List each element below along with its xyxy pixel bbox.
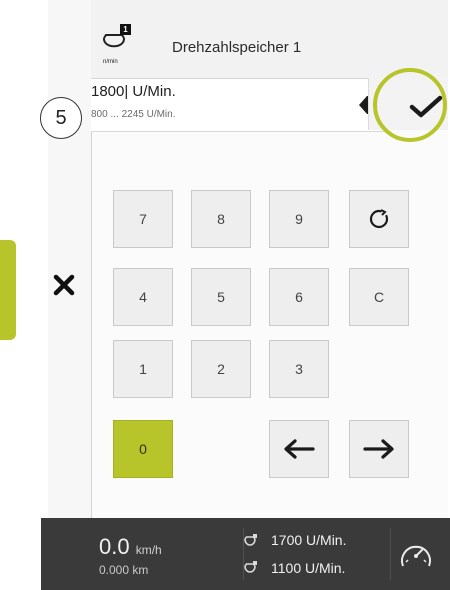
arrow-right-icon (363, 439, 394, 459)
key-4[interactable]: 4 (113, 268, 173, 326)
key-3[interactable]: 3 (269, 340, 329, 398)
icon-unit: n/min (103, 59, 118, 65)
engine-speed-icon (244, 561, 257, 573)
close-icon[interactable] (49, 270, 79, 300)
speed-value: 0.0 (99, 534, 130, 559)
highlight-ring (373, 68, 447, 142)
arrow-left-icon (284, 439, 315, 459)
key-6[interactable]: 6 (269, 268, 329, 326)
rotate-key[interactable] (349, 190, 409, 248)
key-7[interactable]: 7 (113, 190, 173, 248)
arrow-left-key[interactable] (269, 420, 329, 478)
status-divider (390, 528, 391, 580)
memory-badge: 1 (120, 24, 131, 35)
badge-text: 1 (123, 25, 128, 34)
key-5[interactable]: 5 (191, 268, 251, 326)
distance-display: 0.000 km (99, 563, 149, 577)
key-2[interactable]: 2 (191, 340, 251, 398)
left-rail (48, 0, 92, 518)
page-title: Drehzahlspeicher 1 (172, 39, 302, 56)
engine-speed-memory-icon: n/min (103, 34, 125, 65)
gauge-icon[interactable] (397, 538, 435, 572)
device-screen: n/min 1 Drehzahlspeicher 1 1800| U/Min. … (48, 0, 448, 590)
speed-display: 0.0 km/h (99, 534, 162, 560)
key-0[interactable]: 0 (113, 420, 173, 478)
step-number-callout: 5 (40, 97, 82, 139)
header: n/min 1 Drehzahlspeicher 1 (91, 0, 448, 78)
key-9[interactable]: 9 (269, 190, 329, 248)
clear-key[interactable]: C (349, 268, 409, 326)
rotate-icon (369, 209, 389, 229)
status-bar: 0.0 km/h 0.000 km 1700 U/Min. 1100 U/Min… (41, 518, 450, 590)
range-display: 800 ... 2245 U/Min. (91, 109, 176, 120)
green-side-tab[interactable] (0, 240, 16, 340)
key-8[interactable]: 8 (191, 190, 251, 248)
arrow-right-key[interactable] (349, 420, 409, 478)
rpm-memory-2: 1100 U/Min. (271, 560, 346, 576)
value-input-panel[interactable]: 1800| U/Min. 800 ... 2245 U/Min. (91, 78, 391, 132)
rpm-memory-1: 1700 U/Min. (271, 532, 347, 548)
engine-speed-icon (244, 534, 257, 546)
value-display[interactable]: 1800| U/Min. (91, 83, 176, 100)
key-1[interactable]: 1 (113, 340, 173, 398)
speed-unit: km/h (135, 543, 162, 557)
